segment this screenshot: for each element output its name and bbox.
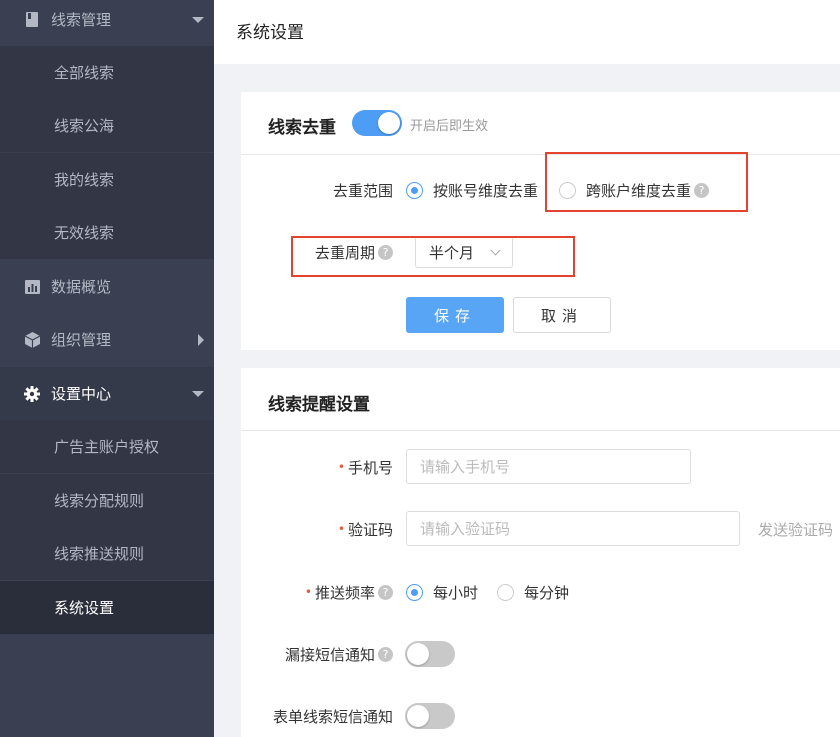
- page-header: 系统设置: [214, 0, 840, 64]
- missed-call-label: 漏接短信通知 ?: [251, 644, 393, 664]
- label-text: 手机号: [347, 458, 393, 477]
- radio-unchecked-icon: [497, 584, 514, 601]
- chevron-down-icon: [192, 390, 204, 397]
- sidebar-item-label: 全部线索: [54, 64, 115, 82]
- radio-checked-icon: [406, 182, 423, 199]
- radio-scope-account[interactable]: 按账号维度去重: [406, 180, 538, 201]
- reminder-card: 线索提醒设置 • 手机号 • 验证码 发送验证码 • 推送频率 ? 每小时 每分…: [241, 368, 840, 737]
- sidebar-item-label: 系统设置: [54, 599, 115, 617]
- radio-scope-cross-account[interactable]: 跨账户维度去重 ?: [559, 180, 710, 201]
- sidebar-item-label: 数据概览: [51, 278, 112, 296]
- chevron-down-icon: [192, 16, 204, 23]
- reminder-title: 线索提醒设置: [268, 395, 370, 415]
- sidebar-item-all-leads[interactable]: 全部线索: [0, 46, 214, 99]
- toggle-knob: [407, 643, 429, 665]
- sidebar-item-org-management[interactable]: 组织管理: [0, 313, 214, 366]
- form-lead-label: 表单线索短信通知: [241, 706, 393, 726]
- sidebar-item-lead-assign-rules[interactable]: 线索分配规则: [0, 474, 214, 527]
- dedup-toggle[interactable]: [352, 110, 402, 136]
- toggle-knob: [407, 705, 429, 727]
- help-icon[interactable]: ?: [378, 584, 393, 600]
- sidebar-item-invalid-leads[interactable]: 无效线索: [0, 206, 214, 259]
- divider: [241, 430, 840, 431]
- sidebar-item-label: 设置中心: [51, 385, 112, 403]
- page-title: 系统设置: [236, 23, 304, 43]
- dedup-toggle-hint: 开启后即生效: [410, 119, 489, 134]
- radio-checked-icon: [406, 584, 423, 601]
- sidebar-item-label: 线索分配规则: [54, 492, 145, 510]
- save-button[interactable]: 保存: [406, 297, 504, 333]
- radio-unchecked-icon: [559, 182, 576, 199]
- toggle-knob: [378, 112, 400, 134]
- sidebar-item-system-settings[interactable]: 系统设置: [0, 581, 214, 634]
- sidebar-item-label: 线索管理: [51, 11, 112, 29]
- cube-icon: [24, 331, 40, 348]
- bar-chart-icon: [24, 279, 40, 295]
- dedup-card: 线索去重 开启后即生效 去重范围 按账号维度去重 跨账户维度去重 ? 去重周期 …: [241, 92, 840, 350]
- send-code-link[interactable]: 发送验证码: [758, 519, 833, 540]
- required-mark: •: [337, 522, 345, 536]
- sidebar-item-settings-center[interactable]: 设置中心: [0, 367, 214, 420]
- gear-icon: [24, 385, 40, 402]
- dedup-title: 线索去重: [268, 118, 336, 138]
- label-text: 漏接短信通知: [284, 645, 375, 664]
- dedup-period-label: 去重周期 ?: [293, 242, 393, 262]
- sidebar-item-label: 我的线索: [54, 171, 115, 189]
- label-text: 去重范围: [332, 181, 393, 200]
- radio-label: 跨账户维度去重: [586, 182, 692, 200]
- help-icon[interactable]: ?: [378, 646, 393, 662]
- sidebar-item-data-overview[interactable]: 数据概览: [0, 260, 214, 313]
- required-mark: •: [337, 460, 345, 474]
- dedup-scope-label: 去重范围: [301, 180, 393, 200]
- radio-label: 按账号维度去重: [433, 182, 539, 200]
- freq-label: • 推送频率 ?: [281, 582, 393, 602]
- label-text: 验证码: [347, 520, 393, 539]
- sidebar: 线索管理 全部线索 线索公海 我的线索 无效线索 数据概览 组织管理 设置中心 …: [0, 0, 214, 737]
- phone-input[interactable]: [406, 449, 691, 484]
- radio-freq-hourly[interactable]: 每小时: [406, 582, 478, 603]
- sidebar-item-lead-management[interactable]: 线索管理: [0, 0, 214, 46]
- chevron-down-icon: [490, 245, 501, 256]
- divider: [241, 154, 840, 155]
- required-mark: •: [304, 585, 312, 599]
- sidebar-item-label: 线索推送规则: [54, 545, 145, 563]
- missed-call-toggle[interactable]: [405, 641, 455, 667]
- cancel-button[interactable]: 取消: [513, 297, 611, 333]
- sidebar-item-public-leads[interactable]: 线索公海: [0, 99, 214, 152]
- sidebar-item-lead-push-rules[interactable]: 线索推送规则: [0, 527, 214, 580]
- form-lead-toggle[interactable]: [405, 703, 455, 729]
- dedup-period-select[interactable]: 半个月: [415, 236, 513, 268]
- book-icon: [24, 12, 40, 28]
- sidebar-item-advertiser-auth[interactable]: 广告主账户授权: [0, 420, 214, 473]
- phone-label: • 手机号: [281, 457, 393, 477]
- radio-label: 每小时: [433, 584, 479, 602]
- radio-label: 每分钟: [524, 584, 570, 602]
- select-value: 半个月: [429, 243, 475, 262]
- code-label: • 验证码: [281, 519, 393, 539]
- sidebar-item-label: 无效线索: [54, 224, 115, 242]
- chevron-right-icon: [198, 333, 204, 346]
- help-icon[interactable]: ?: [378, 244, 393, 260]
- sidebar-item-my-leads[interactable]: 我的线索: [0, 153, 214, 206]
- radio-freq-minutely[interactable]: 每分钟: [497, 582, 569, 603]
- code-input[interactable]: [406, 511, 740, 546]
- label-text: 表单线索短信通知: [272, 707, 393, 726]
- sidebar-item-label: 线索公海: [54, 117, 115, 135]
- help-icon[interactable]: ?: [694, 183, 710, 198]
- sidebar-item-label: 组织管理: [51, 331, 112, 349]
- label-text: 推送频率: [314, 583, 375, 602]
- sidebar-item-label: 广告主账户授权: [54, 438, 160, 456]
- label-text: 去重周期: [314, 243, 375, 262]
